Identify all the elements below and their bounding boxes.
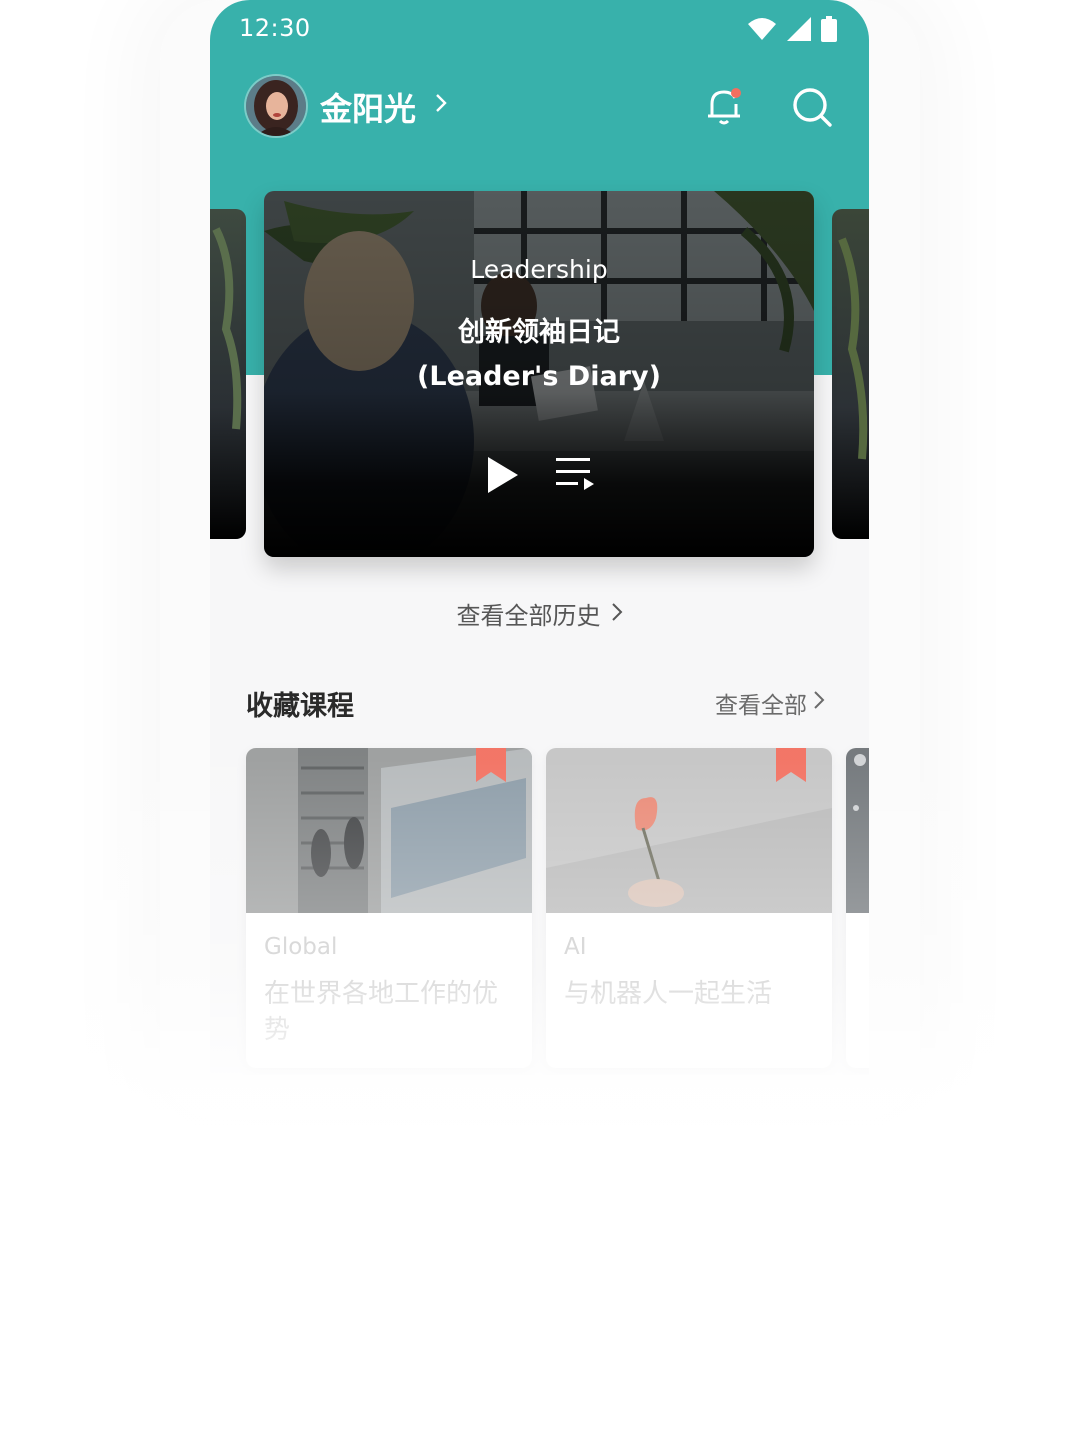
screen: 12:30 金阳光 Leadership 创新领袖日记 (Leader's Di… (0, 0, 1080, 1434)
featured-course-title-line2: (Leader's Diary) (417, 361, 661, 392)
featured-course-category: Leadership (470, 255, 608, 284)
favorite-course-card[interactable]: AI 与机器人一起生活 (546, 748, 832, 1068)
course-thumbnail (846, 748, 869, 913)
chevron-right-icon[interactable] (434, 92, 448, 118)
status-time: 12:30 (239, 14, 311, 42)
featured-course-card[interactable]: Leadership 创新领袖日记 (Leader's Diary) (264, 191, 814, 557)
course-category: AI (564, 934, 587, 960)
wifi-icon (747, 18, 777, 40)
playlist-button[interactable] (554, 455, 598, 495)
bookmark-icon[interactable] (776, 748, 806, 782)
favorite-course-card[interactable]: Global 在世界各地工作的优势 (246, 748, 532, 1068)
play-button[interactable] (484, 455, 524, 495)
featured-course-title-line1: 创新领袖日记 (458, 317, 620, 348)
featured-course-title: 创新领袖日记 (Leader's Diary) (264, 311, 814, 399)
notification-button[interactable] (702, 84, 746, 128)
bell-icon (708, 88, 741, 125)
carousel-card-next[interactable] (832, 209, 869, 539)
avatar[interactable] (246, 76, 306, 136)
chevron-right-icon (611, 600, 623, 628)
search-icon (793, 88, 832, 127)
playlist-icon (556, 458, 594, 490)
carousel-card-previous[interactable] (210, 209, 246, 539)
course-category: Global (264, 934, 338, 960)
play-icon (488, 457, 518, 493)
battery-icon (821, 16, 837, 42)
chevron-right-icon (813, 690, 825, 716)
course-title: 与机器人一起生活 (564, 979, 773, 1009)
user-name[interactable]: 金阳光 (320, 84, 416, 130)
cellular-icon (787, 17, 811, 41)
bookmark-icon[interactable] (476, 748, 506, 782)
favorite-course-card-next[interactable] (846, 748, 869, 1068)
course-title: 在世界各地工作的优势 (264, 979, 499, 1045)
favorites-view-all-label: 查看全部 (715, 693, 807, 719)
view-all-history-link[interactable]: 查看全部历史 (210, 596, 869, 631)
favorites-view-all-link[interactable]: 查看全部 (715, 686, 825, 720)
status-icons (747, 16, 837, 42)
search-button[interactable] (790, 85, 834, 129)
phone-frame: 12:30 金阳光 Leadership 创新领袖日记 (Leader's Di… (210, 0, 869, 1075)
favorites-section-title: 收藏课程 (246, 691, 354, 722)
notification-dot (731, 88, 741, 98)
view-all-history-label: 查看全部历史 (456, 602, 601, 630)
